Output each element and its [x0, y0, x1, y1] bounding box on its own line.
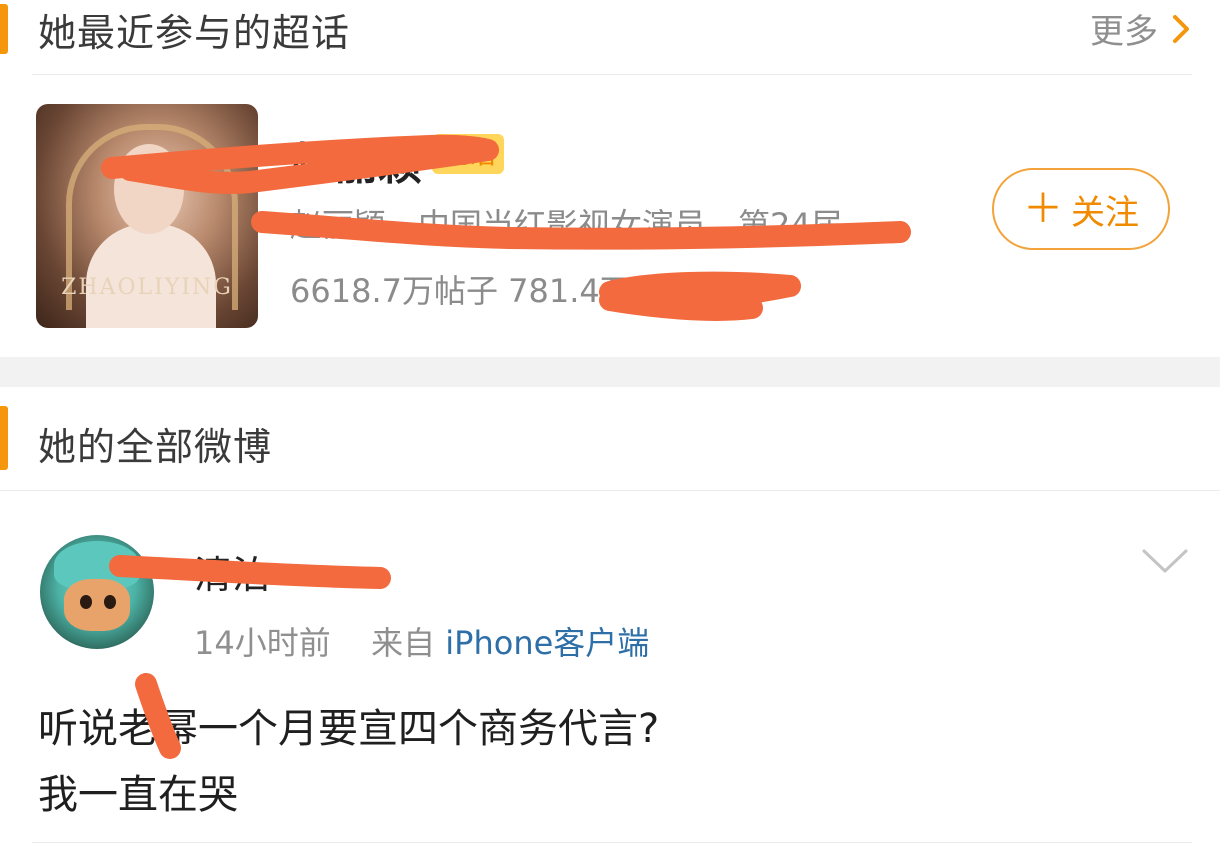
topic-tag-badge: 超话 [432, 134, 504, 174]
topic-description: 赵丽颖，中国当红影视女演员，第24届 [290, 206, 843, 244]
section-title-supertopics: 她最近参与的超话 [38, 11, 351, 55]
redaction-stroke [599, 271, 801, 321]
avatar[interactable] [40, 535, 154, 649]
post-text-line: 听说老幂一个月要宣四个商务代言? [38, 706, 660, 752]
section-title-weibo: 她的全部微博 [38, 425, 273, 469]
follow-button[interactable]: ＋ 关注 [992, 168, 1170, 250]
chevron-down-icon[interactable] [1140, 546, 1190, 576]
post-source-link[interactable]: iPhone客户端 [445, 624, 649, 662]
topic-name[interactable]: 赵丽颖 [290, 128, 422, 192]
topic-cover-image[interactable]: ZHAOLIYING [36, 104, 258, 328]
avatar-eye [80, 595, 92, 609]
more-label: 更多 [1090, 12, 1158, 52]
post-username[interactable]: 清泊 [194, 544, 270, 599]
post-from-label: 来自 [371, 624, 436, 662]
divider [0, 490, 1220, 491]
cover-figure-head [114, 144, 184, 234]
chevron-right-icon [1173, 14, 1189, 43]
divider [32, 74, 1192, 75]
post-time: 14小时前 [194, 624, 331, 662]
cover-logo-text: ZHAOLIYING [61, 275, 233, 300]
follow-label: 关注 [1071, 192, 1139, 233]
post-meta: 14小时前 来自 iPhone客户端 [194, 618, 649, 664]
avatar-face [64, 579, 130, 631]
divider [32, 842, 1192, 843]
topic-stats: 6618.7万帖子 781.4万 [290, 272, 632, 310]
section-accent-bar [0, 4, 8, 54]
section-accent-bar [0, 406, 8, 470]
more-link[interactable]: 更多 [1090, 4, 1190, 53]
post-text-line: 我一直在哭 [38, 772, 238, 818]
plus-icon: ＋ [1023, 186, 1063, 232]
section-separator [0, 357, 1220, 387]
avatar-eye [104, 595, 116, 609]
